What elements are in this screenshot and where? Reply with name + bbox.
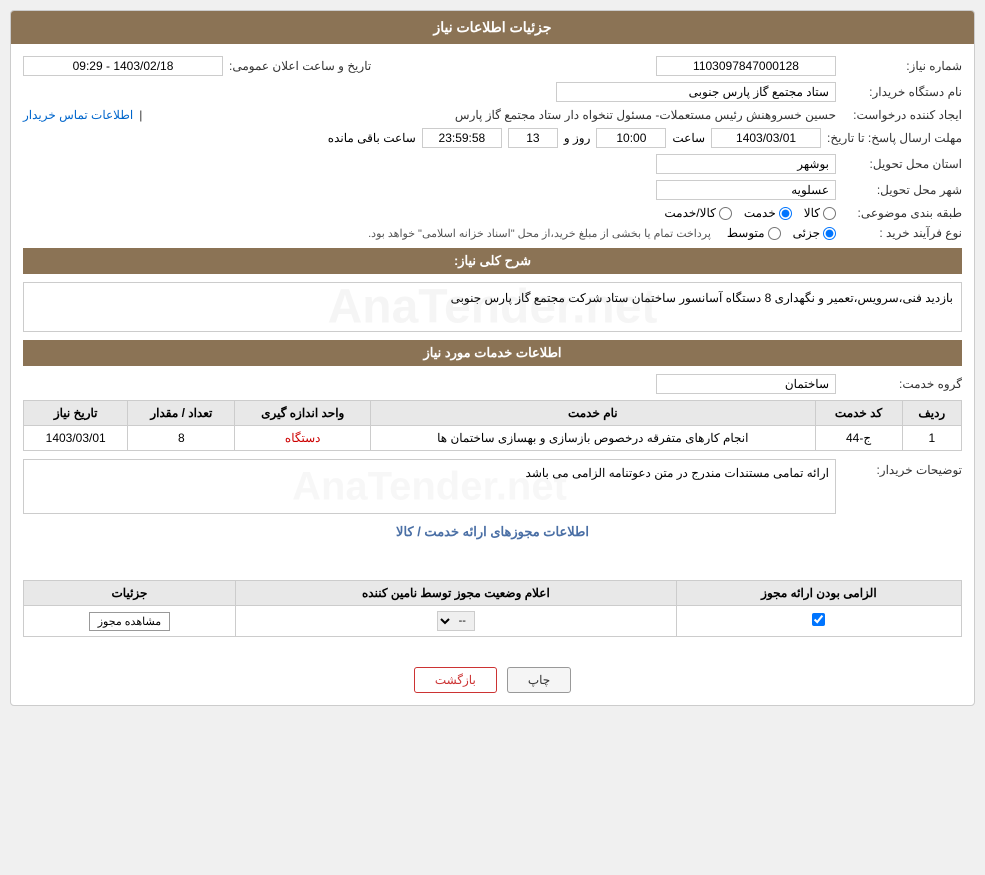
watermark: AnaTender.net — [328, 280, 658, 335]
tarikh-label: تاریخ و ساعت اعلان عمومی: — [229, 59, 371, 73]
view-permit-button[interactable]: مشاهده مجوز — [89, 612, 170, 631]
tosihaat-label: توضیحات خریدار: — [842, 459, 962, 477]
shomara-niaz-input — [656, 56, 836, 76]
noee-motovaset-radio[interactable] — [768, 227, 781, 240]
tabaqe-kala-radio[interactable] — [823, 207, 836, 220]
table-row: 1 ج-44 انجام کارهای متفرقه درخصوص بازساز… — [24, 426, 962, 451]
saat-input — [596, 128, 666, 148]
col-unit: واحد اندازه گیری — [235, 401, 371, 426]
perm-cell-elzami — [676, 606, 961, 637]
bottom-buttons: چاپ بازگشت — [11, 655, 974, 705]
goroh-khadamat-label: گروه خدمت: — [842, 377, 962, 391]
col-date: تاریخ نیاز — [24, 401, 128, 426]
cell-count: 8 — [128, 426, 235, 451]
shahr-label: شهر محل تحویل: — [842, 183, 962, 197]
tarikh-input — [23, 56, 223, 76]
noee-motovaset-label: متوسط — [727, 226, 765, 240]
sharh-section-header: شرح کلی نیاز: — [23, 248, 962, 274]
tabaqe-khadamat-radio[interactable] — [779, 207, 792, 220]
nam-dastgah-input — [556, 82, 836, 102]
cell-radif: 1 — [902, 426, 961, 451]
col-radif: ردیف — [902, 401, 961, 426]
tabaqe-khadamat-label: خدمت — [744, 206, 776, 220]
tabaqe-label: طبقه بندی موضوعی: — [842, 206, 962, 220]
mohlat-date-input — [711, 128, 821, 148]
ijad-konande-label: ایجاد کننده درخواست: — [842, 108, 962, 122]
contact-link[interactable]: اطلاعات تماس خریدار — [23, 108, 133, 122]
countdown-label: ساعت باقی مانده — [328, 131, 416, 145]
col-code: کد خدمت — [815, 401, 902, 426]
cell-unit: دستگاه — [235, 426, 371, 451]
perm-col-elzami: الزامی بودن ارائه مجوز — [676, 581, 961, 606]
shahr-input — [656, 180, 836, 200]
tosihaat-value: ارائه تمامی مستندات مندرج در متن دعوتنام… — [30, 466, 829, 480]
roz-input — [508, 128, 558, 148]
perm-status-select[interactable]: -- — [437, 611, 475, 631]
saat-label: ساعت — [672, 131, 705, 145]
back-button[interactable]: بازگشت — [414, 667, 497, 693]
shomara-niaz-label: شماره نیاز: — [842, 59, 962, 73]
countdown-input — [422, 128, 502, 148]
noee-jozii-label: جزئی — [793, 226, 820, 240]
cell-date: 1403/03/01 — [24, 426, 128, 451]
tabaqe-kala-khadamat-radio[interactable] — [719, 207, 732, 220]
mohlat-label: مهلت ارسال پاسخ: تا تاریخ: — [827, 131, 962, 145]
tabaqe-kala-label: کالا — [804, 206, 820, 220]
permissions-table: الزامی بودن ارائه مجوز اعلام وضعیت مجوز … — [23, 580, 962, 637]
nam-dastgah-label: نام دستگاه خریدار: — [842, 85, 962, 99]
noee-radio-group: جزئی متوسط — [727, 226, 836, 240]
noee-jozii-radio[interactable] — [823, 227, 836, 240]
elzami-checkbox[interactable] — [812, 613, 825, 626]
noee-farayand-label: نوع فرآیند خرید : — [842, 226, 962, 240]
roz-label: روز و — [564, 131, 591, 145]
perm-table-row: -- مشاهده مجوز — [24, 606, 962, 637]
col-name: نام خدمت — [371, 401, 815, 426]
tabaqe-radio-group: کالا خدمت کالا/خدمت — [664, 206, 836, 220]
noee-description: پرداخت تمام یا بخشی از مبلغ خرید،از محل … — [368, 227, 711, 240]
ostan-label: استان محل تحویل: — [842, 157, 962, 171]
print-button[interactable]: چاپ — [507, 667, 571, 693]
col-count: تعداد / مقدار — [128, 401, 235, 426]
perm-cell-details: مشاهده مجوز — [24, 606, 236, 637]
cell-code: ج-44 — [815, 426, 902, 451]
ijad-konande-value: حسین خسروهنش رئیس مستعملات- مسئول تنخواه… — [152, 108, 836, 122]
sharh-value: بازدید فنی،سرویس،تعمیر و نگهداری 8 دستگا… — [451, 291, 953, 305]
tabaqe-kala-khadamat-label: کالا/خدمت — [664, 206, 715, 220]
goroh-khadamat-input — [656, 374, 836, 394]
perm-cell-status: -- — [235, 606, 676, 637]
services-table: ردیف کد خدمت نام خدمت واحد اندازه گیری ت… — [23, 400, 962, 451]
khadamat-section-header: اطلاعات خدمات مورد نیاز — [23, 340, 962, 366]
ostan-input — [656, 154, 836, 174]
page-title: جزئیات اطلاعات نیاز — [11, 11, 974, 44]
perm-col-details: جزئیات — [24, 581, 236, 606]
perm-col-status: اعلام وضعیت مجوز توسط نامین کننده — [235, 581, 676, 606]
cell-name: انجام کارهای متفرقه درخصوص بازسازی و بهس… — [371, 426, 815, 451]
mojavez-section-header: اطلاعات مجوزهای ارائه خدمت / کالا — [396, 524, 589, 539]
